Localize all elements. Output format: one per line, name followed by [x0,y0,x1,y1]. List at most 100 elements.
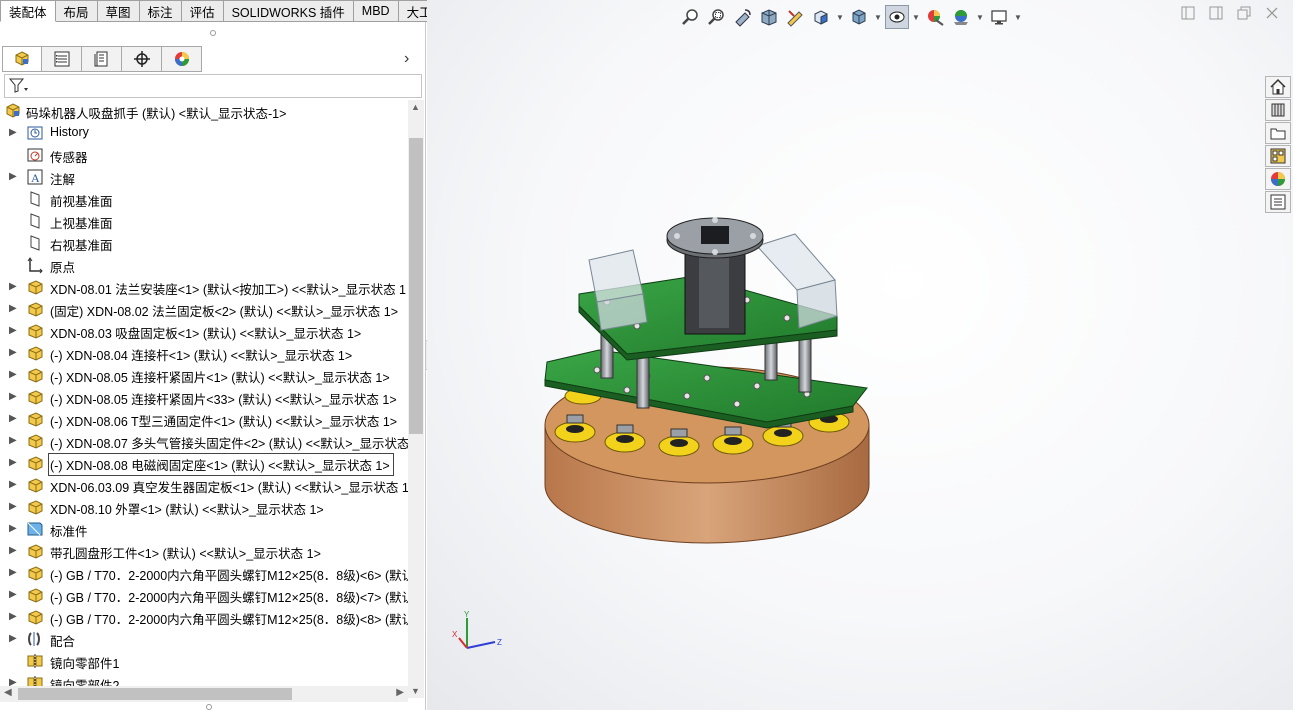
tree-item-22[interactable]: ▶ (-) GB / T70．2-2000内六角平圆头螺钉M12×25(8．8级)… [0,606,408,628]
expand-arrow-icon[interactable]: ▶ [9,281,17,293]
display-style-dropdown[interactable]: ▼ [873,13,883,22]
dimxpert-tab[interactable] [122,46,162,72]
tree-item-6[interactable]: 原点 [0,254,408,276]
scroll-right-arrow[interactable]: ▶ [396,687,404,698]
section-view-button[interactable] [757,5,781,29]
expand-arrow-icon[interactable]: ▶ [9,303,17,315]
featuremanager-tree-tab[interactable] [2,46,42,72]
tree-item-23[interactable]: ▶ 配合 [0,628,408,650]
tree-item-15[interactable]: ▶ (-) XDN-08.08 电磁阀固定座<1> (默认) <<默认>_显示状态… [0,452,408,476]
expand-arrow-icon[interactable]: ▶ [9,457,17,469]
zoom-to-area-button[interactable] [705,5,729,29]
task-pane-view-palette[interactable] [1265,145,1291,167]
property-manager-tab[interactable] [42,46,82,72]
tab-6[interactable]: MBD [353,0,399,22]
view-orientation-dropdown[interactable]: ▼ [835,13,845,22]
apply-scene-dropdown[interactable]: ▼ [975,13,985,22]
panel-bottom-grip[interactable] [206,704,212,710]
tree-item-10[interactable]: ▶ (-) XDN-08.04 连接杆<1> (默认) <<默认>_显示状态 1> [0,342,408,364]
expand-arrow-icon[interactable]: ▶ [9,171,17,183]
expand-arrow-icon[interactable]: ▶ [9,501,17,513]
edit-appearance-button[interactable] [923,5,947,29]
tab-0[interactable]: 装配体 [0,0,56,22]
expand-arrow-icon[interactable]: ▶ [9,391,17,403]
tab-2[interactable]: 草图 [97,0,140,22]
tree-item-24[interactable]: 镜向零部件1 [0,650,408,672]
tree-item-16[interactable]: ▶ XDN-06.03.09 真空发生器固定板<1> (默认) <<默认>_显示状… [0,474,408,496]
tab-4[interactable]: 评估 [181,0,224,22]
tree-item-8[interactable]: ▶ (固定) XDN-08.02 法兰固定板<2> (默认) <<默认>_显示状态… [0,298,408,320]
view-settings-button[interactable] [987,5,1011,29]
tree-filter[interactable] [4,74,422,98]
tree-item-13[interactable]: ▶ (-) XDN-08.06 T型三通固定件<1> (默认) <<默认>_显示状… [0,408,408,430]
tree-item-11[interactable]: ▶ (-) XDN-08.05 连接杆紧固片<1> (默认) <<默认>_显示状态… [0,364,408,386]
tab-3[interactable]: 标注 [139,0,182,22]
tree-item-4[interactable]: 上视基准面 [0,210,408,232]
expand-arrow-icon[interactable]: ▶ [9,523,17,535]
graphics-area[interactable]: ▼ ▼ ▼ ▼ ▼ Y Z X [427,0,1293,710]
expand-arrow-icon[interactable]: ▶ [9,435,17,447]
tree-item-20[interactable]: ▶ (-) GB / T70．2-2000内六角平圆头螺钉M12×25(8．8级)… [0,562,408,584]
apply-scene-button[interactable] [949,5,973,29]
task-pane-appearances[interactable] [1265,168,1291,190]
restore-button[interactable] [1237,6,1251,20]
tab-5[interactable]: SOLIDWORKS 插件 [223,0,354,22]
tree-item-2[interactable]: ▶ A 注解 [0,166,408,188]
tree-item-21[interactable]: ▶ (-) GB / T70．2-2000内六角平圆头螺钉M12×25(8．8级)… [0,584,408,606]
scroll-up-arrow[interactable]: ▲ [411,102,420,112]
tree-root-item[interactable]: 码垛机器人吸盘抓手 (默认) <默认_显示状态-1> [0,100,408,122]
tree-item-label: XDN-08.10 外罩<1> (默认) <<默认>_显示状态 1> [50,503,324,517]
expand-arrow-icon[interactable]: ▶ [9,413,17,425]
tree-vertical-scrollbar[interactable]: ▲ ▼ [408,100,424,698]
task-pane-custom-properties[interactable] [1265,191,1291,213]
display-style-button[interactable] [847,5,871,29]
expand-arrow-icon[interactable]: ▶ [9,545,17,557]
view-settings-dropdown[interactable]: ▼ [1013,13,1023,22]
task-pane-file-explorer[interactable] [1265,122,1291,144]
scroll-down-arrow[interactable]: ▼ [411,686,420,696]
tile-right-button[interactable] [1209,6,1223,20]
dynamic-annotation-button[interactable] [783,5,807,29]
tree-item-5[interactable]: 右视基准面 [0,232,408,254]
scroll-left-arrow[interactable]: ◀ [4,687,12,698]
tree-item-3[interactable]: 前视基准面 [0,188,408,210]
tile-left-button[interactable] [1181,6,1195,20]
expand-arrow-icon[interactable]: ▶ [9,347,17,359]
scroll-thumb-horizontal[interactable] [18,688,292,700]
hide-show-items-button[interactable] [885,5,909,29]
tree-item-17[interactable]: ▶ XDN-08.10 外罩<1> (默认) <<默认>_显示状态 1> [0,496,408,518]
scroll-thumb[interactable] [409,138,423,434]
tree-item-25[interactable]: ▶ 镜向零部件2 [0,672,408,686]
tree-item-12[interactable]: ▶ (-) XDN-08.05 连接杆紧固片<33> (默认) <<默认>_显示状… [0,386,408,408]
expand-arrow-icon[interactable]: ▶ [9,611,17,623]
expand-arrow-icon[interactable]: ▶ [9,589,17,601]
tree-item-18[interactable]: ▶ 标准件 [0,518,408,540]
previous-view-button[interactable] [731,5,755,29]
expand-arrow-icon[interactable]: ▶ [9,633,17,645]
display-manager-tab[interactable] [162,46,202,72]
tree-item-14[interactable]: ▶ (-) XDN-08.07 多头气管接头固定件<2> (默认) <<默认>_显… [0,430,408,452]
task-pane-home[interactable] [1265,76,1291,98]
tree-item-1[interactable]: 传感器 [0,144,408,166]
expand-arrow-icon[interactable]: ▶ [9,479,17,491]
tree-item-9[interactable]: ▶ XDN-08.03 吸盘固定板<1> (默认) <<默认>_显示状态 1> [0,320,408,342]
tree-item-7[interactable]: ▶ XDN-08.01 法兰安装座<1> (默认<按加工>) <<默认>_显示状态… [0,276,408,298]
expand-arrow-icon[interactable]: ▶ [9,369,17,381]
zoom-to-fit-button[interactable] [679,5,703,29]
close-button[interactable] [1265,6,1279,20]
expand-arrow-icon[interactable]: ▶ [9,567,17,579]
tab-1[interactable]: 布局 [55,0,98,22]
tree-horizontal-scrollbar[interactable]: ◀ ▶ [0,686,408,702]
assembly-model-render[interactable] [537,210,897,550]
expand-arrow-icon[interactable]: ▶ [9,677,17,686]
more-tabs-button[interactable]: › [404,50,409,68]
task-pane-design-library[interactable] [1265,99,1291,121]
tree-item-0[interactable]: ▶ History [0,122,408,144]
expand-arrow-icon[interactable]: ▶ [9,127,17,139]
hide-show-dropdown[interactable]: ▼ [911,13,921,22]
view-orientation-button[interactable] [809,5,833,29]
panel-grip[interactable] [0,22,425,44]
expand-arrow-icon[interactable]: ▶ [9,325,17,337]
tree-item-19[interactable]: ▶ 带孔圆盘形工件<1> (默认) <<默认>_显示状态 1> [0,540,408,562]
configuration-manager-tab[interactable] [82,46,122,72]
